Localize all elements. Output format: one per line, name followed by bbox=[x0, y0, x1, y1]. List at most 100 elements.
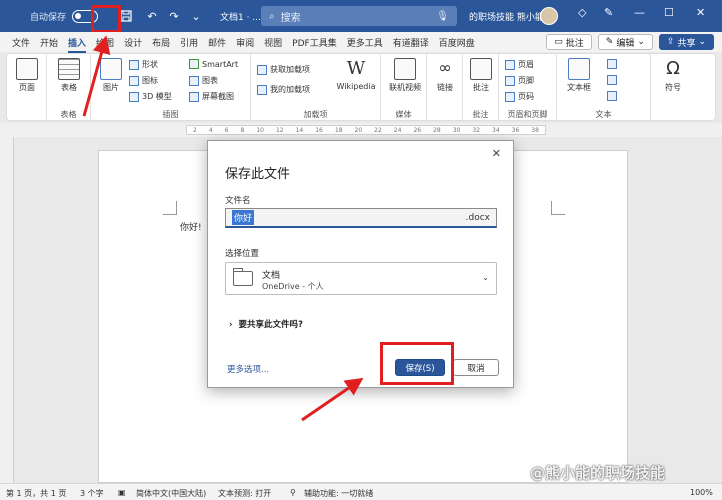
tab-baidu-pan[interactable]: 百度网盘 bbox=[439, 36, 475, 49]
symbol-button[interactable]: Ω 符号 bbox=[653, 58, 693, 93]
icons-button[interactable]: 图标 bbox=[129, 75, 158, 86]
header-button[interactable]: 页眉 bbox=[505, 59, 534, 70]
maximize-button[interactable]: ☐ bbox=[664, 6, 674, 19]
avatar[interactable] bbox=[540, 7, 558, 25]
language[interactable]: 简体中文(中国大陆) bbox=[136, 488, 206, 499]
tab-references[interactable]: 引用 bbox=[180, 36, 198, 49]
tab-layout[interactable]: 布局 bbox=[152, 36, 170, 49]
search-box[interactable]: ⌕ 搜索 🎙 bbox=[261, 6, 457, 26]
ruler-tick: 12 bbox=[275, 126, 284, 134]
tab-pdf-tools[interactable]: PDF工具集 bbox=[292, 36, 337, 49]
shapes-button[interactable]: 形状 bbox=[129, 59, 158, 70]
status-bar: 第 1 页，共 1 页 3 个字 ▣ 简体中文(中国大陆) 文本预测: 打开 ⚲… bbox=[0, 483, 722, 500]
chart-icon bbox=[189, 75, 199, 86]
ruler-tick: 38 bbox=[531, 126, 539, 134]
watermark: @熊小能的职场技能 bbox=[530, 464, 666, 482]
vertical-ruler bbox=[0, 137, 14, 483]
ribbon-group-pages: 页面 bbox=[7, 54, 47, 122]
save-button-highlight bbox=[380, 342, 454, 385]
location-dropdown[interactable]: 文档 OneDrive - 个人 ⌄ bbox=[225, 262, 497, 295]
pages-button[interactable]: 页面 bbox=[7, 58, 47, 93]
more-options-link[interactable]: 更多选项... bbox=[227, 363, 269, 375]
proofing-icon[interactable]: ▣ bbox=[118, 488, 126, 497]
tab-insert[interactable]: 插入 bbox=[68, 36, 87, 53]
filename-input[interactable]: 你好 .docx bbox=[225, 208, 497, 228]
page-count[interactable]: 第 1 页，共 1 页 bbox=[6, 488, 66, 499]
autosave-label: 自动保存 bbox=[30, 12, 67, 23]
page-number-button[interactable]: 页码 bbox=[505, 91, 534, 102]
textbox-button[interactable]: 文本框 bbox=[559, 58, 599, 93]
link-button[interactable]: ∞ 链接 bbox=[425, 58, 465, 93]
ruler-tick: 4 bbox=[208, 126, 213, 134]
accessibility-status[interactable]: 辅助功能: 一切就绪 bbox=[304, 488, 373, 499]
ruler-tick: 36 bbox=[511, 126, 520, 134]
chevron-right-icon: › bbox=[229, 320, 233, 330]
wordart-icon[interactable] bbox=[607, 75, 617, 85]
drop-cap-icon[interactable] bbox=[607, 91, 617, 101]
3d-model-icon bbox=[129, 91, 139, 102]
video-icon bbox=[394, 58, 416, 80]
premium-icon[interactable]: ◇ bbox=[578, 6, 586, 19]
customize-quick-access-icon[interactable]: ⌄ bbox=[188, 8, 204, 24]
document-text[interactable]: 你好! bbox=[180, 220, 202, 233]
text-prediction[interactable]: 文本预测: 打开 bbox=[218, 488, 271, 499]
cancel-button[interactable]: 取消 bbox=[453, 359, 499, 376]
tab-draw[interactable]: 绘图 bbox=[96, 36, 114, 49]
chevron-down-icon: ⌄ bbox=[637, 37, 645, 47]
share-button[interactable]: ⇪ 共享 ⌄ bbox=[658, 34, 714, 50]
ruler-tick: 18 bbox=[334, 126, 343, 134]
document-title: 文档1 · ... bbox=[220, 13, 261, 23]
zoom-level[interactable]: 100% bbox=[690, 488, 713, 497]
tab-review[interactable]: 审阅 bbox=[236, 36, 254, 49]
chart-button[interactable]: 图表 bbox=[189, 75, 218, 86]
ribbon-group-header-footer: 页眉 页脚 页码 页眉和页脚 bbox=[499, 54, 557, 122]
page-icon bbox=[16, 58, 38, 80]
minimize-button[interactable]: — bbox=[634, 6, 645, 19]
search-icon: ⌕ bbox=[269, 10, 275, 22]
share-expander[interactable]: › 要共享此文件吗? bbox=[229, 318, 303, 330]
microphone-icon[interactable]: 🎙 bbox=[436, 11, 449, 22]
close-icon[interactable]: ✕ bbox=[492, 147, 501, 160]
tab-file[interactable]: 文件 bbox=[12, 36, 30, 49]
edit-mode-button[interactable]: ✎ 编辑 ⌄ bbox=[597, 34, 653, 50]
picture-button[interactable]: 图片 bbox=[91, 58, 131, 93]
comment-button[interactable]: ▭ 批注 bbox=[546, 34, 592, 50]
insert-comment-button[interactable]: 批注 bbox=[461, 58, 501, 93]
word-count[interactable]: 3 个字 bbox=[80, 488, 104, 499]
margin-corner bbox=[163, 201, 177, 215]
smartart-button[interactable]: SmartArt bbox=[189, 59, 238, 69]
tab-home[interactable]: 开始 bbox=[40, 36, 58, 49]
tab-design[interactable]: 设计 bbox=[124, 36, 142, 49]
footer-button[interactable]: 页脚 bbox=[505, 75, 534, 86]
screenshot-button[interactable]: 屏幕截图 bbox=[189, 91, 234, 102]
ribbon-group-comments: 批注 批注 bbox=[463, 54, 499, 122]
save-icon-highlight bbox=[91, 5, 121, 33]
wikipedia-button[interactable]: W Wikipedia bbox=[333, 58, 379, 91]
online-video-button[interactable]: 联机视频 bbox=[383, 58, 427, 93]
get-addins-button[interactable]: 获取加载项 bbox=[257, 64, 310, 75]
tab-youdao[interactable]: 有道翻译 bbox=[393, 36, 429, 49]
ruler-tick: 14 bbox=[295, 126, 304, 134]
ribbon-group-links: ∞ 链接 bbox=[427, 54, 463, 122]
ruler-tick: 22 bbox=[374, 126, 382, 134]
ruler-tick: 6 bbox=[224, 126, 229, 134]
close-window-button[interactable]: ✕ bbox=[696, 6, 705, 19]
tab-mailings[interactable]: 邮件 bbox=[208, 36, 226, 49]
my-addins-button[interactable]: 我的加载项 bbox=[257, 84, 310, 95]
ruler-strip: 2 4 6 8 10 12 14 16 18 20 22 24 26 28 30 32 34 36 38 bbox=[186, 125, 546, 135]
undo-icon[interactable]: ↶ bbox=[144, 8, 160, 24]
quick-parts-icon[interactable] bbox=[607, 59, 617, 69]
table-button[interactable]: 表格 bbox=[49, 58, 89, 93]
3d-model-button[interactable]: 3D 模型 bbox=[129, 91, 172, 102]
tab-more-tools[interactable]: 更多工具 bbox=[347, 36, 383, 49]
accessibility-icon[interactable]: ⚲ bbox=[290, 488, 296, 497]
tab-view[interactable]: 视图 bbox=[264, 36, 282, 49]
ruler-tick: 34 bbox=[492, 126, 500, 134]
omega-icon: Ω bbox=[666, 58, 680, 79]
redo-icon[interactable]: ↷ bbox=[166, 8, 182, 24]
ruler-tick: 2 bbox=[193, 126, 197, 134]
ruler-tick: 10 bbox=[256, 126, 264, 134]
comment-icon bbox=[470, 58, 492, 80]
wikipedia-icon: W bbox=[346, 58, 366, 79]
pen-icon[interactable]: ✎ bbox=[604, 6, 613, 19]
